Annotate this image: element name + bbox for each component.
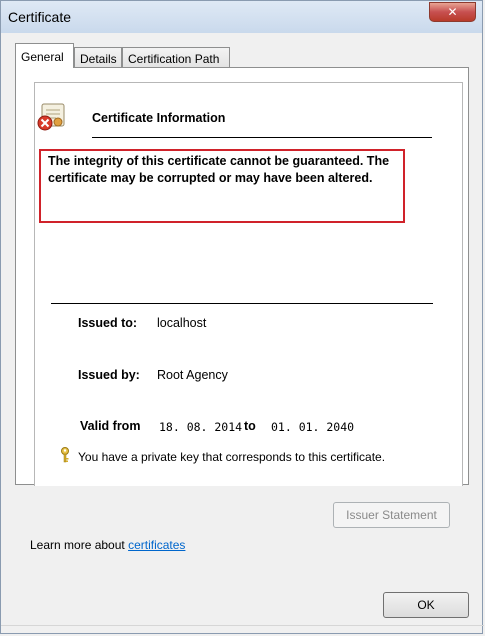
tab-certification-path-label: Certification Path	[128, 52, 220, 66]
issuer-statement-button[interactable]: Issuer Statement	[333, 502, 450, 528]
certificates-link[interactable]: certificates	[128, 538, 185, 552]
valid-from-label: Valid from	[80, 419, 141, 433]
close-icon: ✕	[447, 5, 458, 19]
issuer-statement-label: Issuer Statement	[346, 508, 437, 522]
tab-general-label: General	[21, 50, 64, 64]
details-divider	[51, 303, 433, 304]
issued-by-label: Issued by:	[78, 368, 140, 382]
certificate-error-icon	[37, 103, 65, 131]
ok-label: OK	[417, 598, 435, 612]
issued-by-value: Root Agency	[157, 368, 228, 382]
integrity-warning-text: The integrity of this certificate cannot…	[48, 154, 390, 185]
valid-to-label: to	[244, 419, 256, 433]
valid-from-value: 18. 08. 2014	[159, 420, 243, 434]
certificate-dialog: Certificate ✕ General Details Certificat…	[0, 0, 484, 634]
close-button[interactable]: ✕	[429, 2, 476, 22]
window-title: Certificate	[8, 9, 72, 25]
key-icon	[61, 447, 69, 463]
issued-to-value: localhost	[157, 316, 207, 330]
issued-to-label: Issued to:	[78, 316, 138, 330]
title-bar[interactable]: Certificate ✕	[1, 1, 482, 33]
learn-more-text: Learn more about	[30, 538, 125, 552]
heading-divider	[92, 137, 432, 138]
tab-details-label: Details	[80, 52, 117, 66]
tab-details[interactable]: Details	[74, 47, 122, 67]
private-key-note: You have a private key that corresponds …	[78, 450, 386, 464]
learn-more: Learn more about certificates	[30, 538, 185, 552]
certificate-info-heading: Certificate Information	[92, 111, 226, 125]
valid-to-value: 01. 01. 2040	[271, 420, 355, 434]
window-bottom-edge	[1, 625, 484, 626]
ok-button[interactable]: OK	[383, 592, 469, 618]
tab-certification-path[interactable]: Certification Path	[122, 47, 230, 67]
tab-general[interactable]: General	[15, 43, 74, 68]
